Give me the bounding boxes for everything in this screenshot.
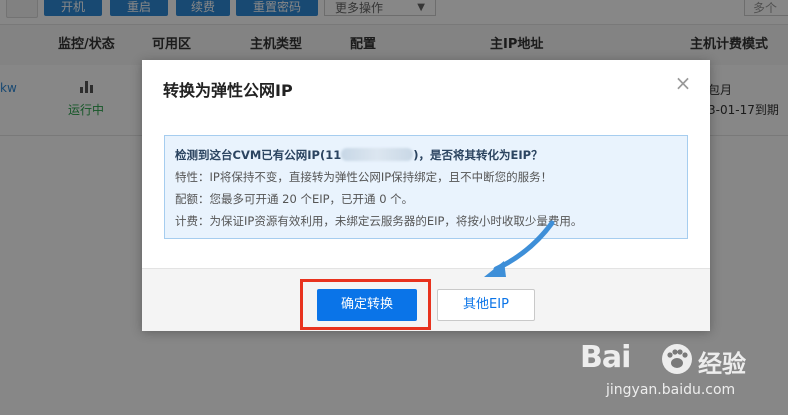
info-feature: 特性：IP将保持不变，直接转为弹性公网IP保持绑定，且不中断您的服务！ [175, 170, 553, 184]
baidu-jingyan-watermark: Bai 经验 jingyan.baidu.com [576, 340, 776, 410]
close-icon[interactable]: × [672, 72, 694, 94]
question-suffix: )，是否将其转化为EIP？ [413, 148, 543, 162]
redacted-ip [341, 148, 414, 161]
watermark-url: jingyan.baidu.com [606, 382, 736, 398]
annotation-arrow-icon [484, 220, 555, 277]
watermark-brand: 经验 [698, 350, 746, 378]
other-eip-button[interactable]: 其他EIP [437, 289, 535, 321]
question-prefix: 检测到这台CVM已有公网IP(11 [175, 148, 342, 162]
dialog-header: 转换为弹性公网IP × [142, 60, 710, 114]
info-quota: 配额：您最多可开通 20 个EIP，已开通 0 个。 [175, 192, 414, 206]
info-alert: 检测到这台CVM已有公网IP(11 )，是否将其转化为EIP？ 特性：IP将保持不… [164, 135, 688, 239]
annotation-highlight-box [300, 279, 431, 330]
watermark-logo-text: Bai [580, 340, 631, 375]
dialog-title: 转换为弹性公网IP [163, 81, 293, 100]
info-question: 检测到这台CVM已有公网IP(11 )，是否将其转化为EIP？ [175, 144, 677, 166]
paw-icon [662, 344, 692, 374]
info-billing: 计费：为保证IP资源有效利用，未绑定云服务器的EIP，将按小时收取少量费用。 [175, 214, 583, 228]
